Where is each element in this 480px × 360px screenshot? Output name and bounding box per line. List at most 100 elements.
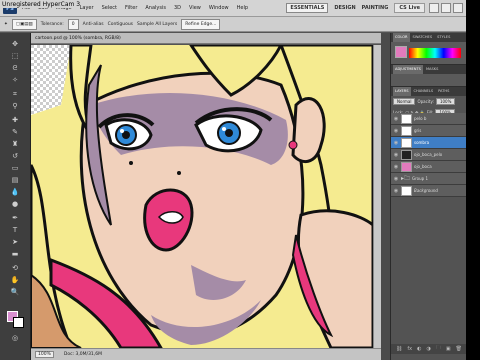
path-selection-tool-icon[interactable]: ➤	[9, 237, 21, 247]
new-group-icon[interactable]: 🗀	[436, 345, 441, 353]
selection-mode-buttons[interactable]: ▢▣▤▥	[11, 18, 37, 30]
window-controls	[429, 3, 463, 13]
eyedropper-tool-icon[interactable]: ⚲	[9, 101, 21, 111]
layer-thumbnail	[401, 137, 412, 148]
visibility-eye-icon[interactable]: ◉	[393, 176, 399, 182]
tolerance-label: Tolerance:	[40, 21, 64, 27]
current-color-swatch[interactable]	[395, 46, 407, 58]
blend-mode-select[interactable]: Normal	[393, 98, 416, 105]
tab-masks[interactable]: MASKS	[424, 65, 440, 74]
visibility-eye-icon[interactable]: ◉	[393, 164, 399, 170]
layer-name: ojo_boca	[414, 164, 432, 169]
visibility-eye-icon[interactable]: ◉	[393, 188, 399, 194]
cs-live-button[interactable]: CS Live	[394, 3, 425, 13]
tab-adjustments[interactable]: ADJUSTMENTS	[393, 65, 423, 74]
shape-tool-icon[interactable]: ▬	[9, 249, 21, 259]
workspace-design[interactable]: DESIGN	[334, 5, 355, 11]
layer-thumbnail	[401, 185, 412, 196]
layer-group-row[interactable]: ◉ ▸🗀 Group 1	[391, 173, 466, 185]
document-canvas[interactable]	[31, 45, 373, 348]
antialias-checkbox[interactable]: Anti-alias	[83, 22, 104, 27]
menu-view[interactable]: View	[189, 5, 201, 11]
visibility-eye-icon[interactable]: ◉	[393, 152, 399, 158]
refine-edge-button[interactable]: Refine Edge...	[181, 18, 221, 30]
color-spectrum[interactable]	[409, 48, 461, 58]
layer-mask-icon[interactable]: ◐	[417, 346, 421, 352]
link-layers-icon[interactable]: ⛓	[396, 346, 402, 352]
tab-color[interactable]: COLOR	[393, 33, 410, 42]
pen-tool-icon[interactable]: ✒	[9, 213, 21, 223]
background-color-swatch[interactable]	[13, 317, 24, 328]
quick-mask-icon[interactable]: ◎	[9, 333, 21, 343]
menu-layer[interactable]: Layer	[80, 5, 94, 11]
magic-wand-tool-icon[interactable]: ✧	[9, 75, 21, 85]
tab-paths[interactable]: PATHS	[436, 87, 451, 96]
visibility-eye-icon[interactable]: ◉	[393, 128, 399, 134]
layer-row[interactable]: ◉ Background	[391, 185, 466, 197]
adjustments-panel-tabs: ADJUSTMENTS MASKS	[391, 65, 466, 74]
type-tool-icon[interactable]: T	[9, 225, 21, 235]
maximize-button[interactable]	[441, 3, 451, 13]
color-panel	[391, 42, 466, 65]
move-tool-icon[interactable]: ✥	[9, 39, 21, 49]
tab-styles[interactable]: STYLES	[435, 33, 452, 42]
panels-area: COLOR SWATCHES STYLES ADJUSTMENTS MASKS …	[390, 33, 466, 360]
workspace-essentials[interactable]: ESSENTIALS	[286, 3, 329, 13]
minimize-button[interactable]	[429, 3, 439, 13]
layer-row[interactable]: ◉ gris	[391, 125, 466, 137]
crop-tool-icon[interactable]: ⌗	[9, 89, 21, 99]
menu-3d[interactable]: 3D	[174, 5, 181, 11]
close-button[interactable]	[453, 3, 463, 13]
panel-dock-strip[interactable]	[381, 33, 390, 360]
healing-tool-icon[interactable]: ✚	[9, 115, 21, 125]
trash-icon[interactable]: 🗑	[456, 346, 462, 352]
document-tab[interactable]: cartoon.psd @ 100% (sombra, RGB/8)	[31, 33, 381, 44]
adjustments-panel	[391, 74, 466, 87]
stamp-tool-icon[interactable]: ♜	[9, 139, 21, 149]
menu-window[interactable]: Window	[209, 5, 229, 11]
tab-swatches[interactable]: SWATCHES	[411, 33, 435, 42]
new-layer-icon[interactable]: ▣	[446, 346, 451, 352]
blend-controls: Normal Opacity: 100%	[391, 96, 466, 107]
opacity-input[interactable]: 100%	[435, 98, 456, 105]
marquee-tool-icon[interactable]: ⬚	[9, 51, 21, 61]
gradient-tool-icon[interactable]: ▤	[9, 175, 21, 185]
3d-rotate-tool-icon[interactable]: ⟲	[9, 263, 21, 273]
layer-row-selected[interactable]: ◉ sombra	[391, 137, 466, 149]
layer-style-icon[interactable]: fx	[407, 346, 412, 352]
tool-preset-icon[interactable]: ✦	[4, 22, 8, 27]
tab-channels[interactable]: CHANNELS	[412, 87, 436, 96]
folder-icon: ▸🗀	[401, 174, 411, 182]
blur-tool-icon[interactable]: 💧	[9, 187, 21, 197]
layer-thumbnail	[401, 149, 412, 160]
history-brush-tool-icon[interactable]: ↺	[9, 151, 21, 161]
lasso-tool-icon[interactable]: ᘓ	[9, 63, 21, 73]
menu-select[interactable]: Select	[102, 5, 117, 11]
layer-row[interactable]: ◉ pelo b	[391, 113, 466, 125]
layer-name: gris	[414, 128, 422, 133]
contiguous-checkbox[interactable]: Contiguous	[108, 22, 133, 27]
document-size: Doc: 3,0M/31,6M	[63, 352, 102, 357]
tab-layers[interactable]: LAYERS	[393, 87, 411, 96]
dodge-tool-icon[interactable]: ●	[9, 199, 21, 209]
visibility-eye-icon[interactable]: ◉	[393, 140, 399, 146]
opacity-label: Opacity:	[417, 99, 434, 104]
cartoon-artwork	[31, 45, 373, 348]
zoom-level[interactable]: 100%	[35, 351, 54, 358]
layer-row[interactable]: ◉ ojo_boca_pelo	[391, 149, 466, 161]
menu-help[interactable]: Help	[237, 5, 248, 11]
zoom-tool-icon[interactable]: 🔍	[9, 287, 21, 297]
hand-tool-icon[interactable]: ✋	[9, 275, 21, 285]
layer-thumbnail	[401, 113, 412, 124]
workspace-painting[interactable]: PAINTING	[362, 5, 389, 11]
brush-tool-icon[interactable]: ✎	[9, 127, 21, 137]
visibility-eye-icon[interactable]: ◉	[393, 116, 399, 122]
options-bar: ✦ ▢▣▤▥ Tolerance: 0 Anti-alias Contiguou…	[0, 17, 466, 32]
tolerance-input[interactable]: 0	[67, 18, 79, 30]
menu-analysis[interactable]: Analysis	[145, 5, 166, 11]
layer-row[interactable]: ◉ ojo_boca	[391, 161, 466, 173]
eraser-tool-icon[interactable]: ▭	[9, 163, 21, 173]
sample-all-checkbox[interactable]: Sample All Layers	[137, 22, 177, 27]
adjustment-layer-icon[interactable]: ◑	[426, 346, 430, 352]
menu-filter[interactable]: Filter	[125, 5, 137, 11]
